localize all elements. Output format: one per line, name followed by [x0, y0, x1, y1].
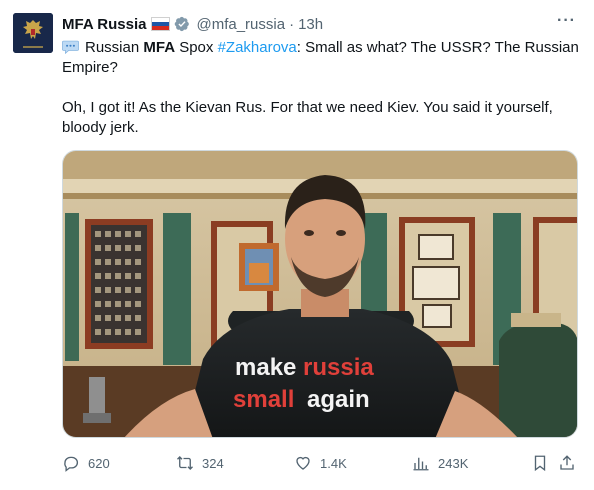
tweet-text-bold: MFA: [143, 39, 176, 56]
hashtag-link[interactable]: #Zakharova: [218, 39, 297, 56]
timestamp[interactable]: 13h: [298, 16, 323, 33]
shirt-text-again: again: [307, 386, 370, 413]
tweet-text-segment: Russian: [85, 39, 144, 56]
shirt-text-small: small: [233, 386, 294, 413]
russian-flag-icon: [151, 17, 171, 31]
tweet-paragraph-1: Russian MFA Spox #Zakharova: Small as wh…: [62, 38, 582, 78]
attached-video[interactable]: make russia small again: [62, 150, 578, 438]
verified-badge-icon: [175, 16, 190, 32]
tweet-header: MFA Russia @mfa_russia · 13h ···: [62, 12, 576, 34]
tweet-paragraph-2: Oh, I got it! As the Kievan Rus. For tha…: [62, 99, 553, 136]
shirt-text-russia: russia: [303, 354, 374, 381]
share-button[interactable]: [558, 452, 584, 474]
repost-button[interactable]: 324: [176, 452, 224, 474]
views-button[interactable]: 243K: [412, 452, 468, 474]
tweet-text: Russian MFA Spox #Zakharova: Small as wh…: [62, 38, 582, 138]
speech-bubble-icon: [62, 40, 79, 54]
shirt-text-make: make: [235, 354, 296, 381]
like-button[interactable]: 1.4K: [294, 452, 347, 474]
tweet-text-segment: Spox: [175, 39, 218, 56]
views-icon: [413, 457, 429, 471]
share-icon: [560, 455, 574, 470]
views-count: 243K: [438, 455, 469, 471]
tweet: MFA Russia @mfa_russia · 13h ··· Russian…: [0, 0, 594, 490]
tweet-actions: 620 324 1.4K 243K: [62, 452, 580, 474]
handle[interactable]: @mfa_russia: [196, 16, 285, 33]
like-count: 1.4K: [320, 455, 347, 471]
more-icon[interactable]: ···: [557, 12, 576, 30]
like-icon: [296, 456, 310, 470]
repost-icon: [177, 456, 193, 470]
reply-button[interactable]: 620: [62, 452, 110, 474]
display-name[interactable]: MFA Russia: [62, 16, 146, 33]
reply-icon: [64, 456, 78, 472]
bookmark-icon: [534, 455, 546, 472]
avatar[interactable]: [13, 13, 53, 53]
bookmark-button[interactable]: [531, 452, 557, 474]
reply-count: 620: [88, 455, 110, 471]
separator-dot: ·: [289, 15, 295, 33]
repost-count: 324: [202, 455, 224, 471]
